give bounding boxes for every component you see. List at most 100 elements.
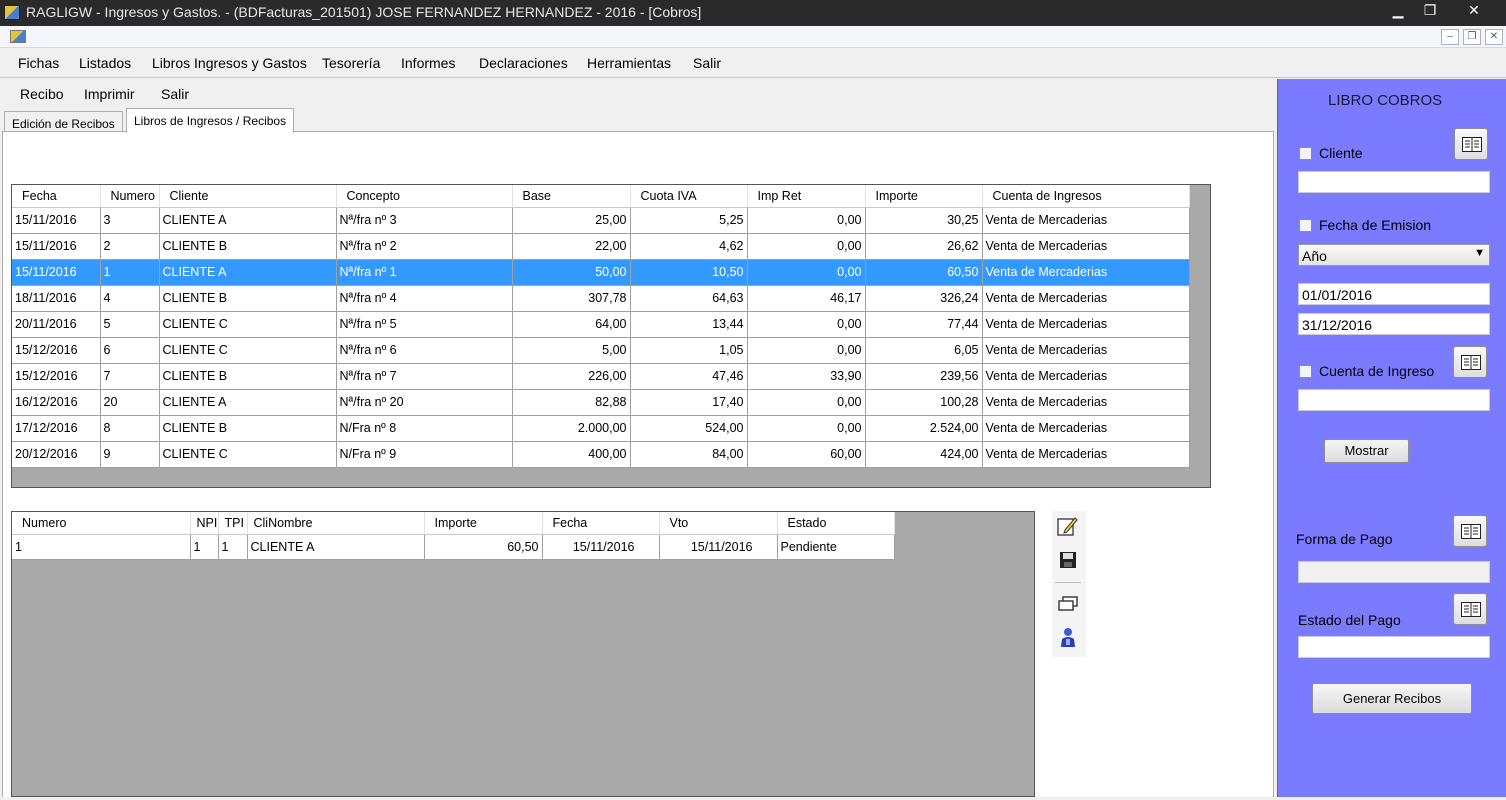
table-cell[interactable]: 1 bbox=[218, 534, 248, 560]
col-estado[interactable]: Estado bbox=[777, 512, 895, 535]
menu-fichas[interactable]: Fichas bbox=[18, 55, 59, 71]
table-row[interactable]: 15/11/2016 1 CLIENTE A Nª/fra nº 1 50,00 10,5… bbox=[12, 259, 1190, 286]
table-cell[interactable]: 0,00 bbox=[747, 311, 866, 338]
table-cell[interactable]: 226,00 bbox=[512, 363, 631, 390]
table-cell[interactable]: 15/11/2016 bbox=[12, 233, 101, 260]
periodo-select[interactable]: Año ▼ bbox=[1298, 244, 1490, 266]
table-cell[interactable]: CLIENTE B bbox=[159, 363, 337, 390]
table-cell[interactable]: 424,00 bbox=[865, 441, 983, 468]
table-cell[interactable]: CLIENTE A bbox=[159, 207, 337, 234]
mdi-restore-button[interactable]: ❐ bbox=[1463, 29, 1481, 45]
col-concepto[interactable]: Concepto bbox=[336, 185, 513, 208]
menu-informes[interactable]: Informes bbox=[401, 55, 455, 71]
submenu-salir[interactable]: Salir bbox=[161, 86, 189, 102]
table-cell[interactable]: CLIENTE C bbox=[159, 311, 337, 338]
table-cell[interactable]: 4 bbox=[100, 285, 160, 312]
forma-pago-lookup-button[interactable] bbox=[1453, 515, 1487, 547]
table-cell[interactable]: Venta de Mercaderias bbox=[982, 441, 1190, 468]
table-cell[interactable]: Nª/fra nº 5 bbox=[336, 311, 513, 338]
table-cell[interactable]: Nª/fra nº 20 bbox=[336, 389, 513, 416]
table-cell[interactable]: 77,44 bbox=[865, 311, 983, 338]
col-vto[interactable]: Vto bbox=[659, 512, 778, 535]
table-cell[interactable]: Nª/fra nº 6 bbox=[336, 337, 513, 364]
menu-declaraciones[interactable]: Declaraciones bbox=[479, 55, 568, 71]
table-cell[interactable]: 0,00 bbox=[747, 389, 866, 416]
cliente-checkbox[interactable] bbox=[1299, 147, 1312, 160]
table-cell[interactable]: 16/12/2016 bbox=[12, 389, 101, 416]
table-cell[interactable]: 2.524,00 bbox=[865, 415, 983, 442]
cuenta-ingreso-input[interactable] bbox=[1298, 389, 1490, 411]
table-cell[interactable]: 400,00 bbox=[512, 441, 631, 468]
menu-listados[interactable]: Listados bbox=[79, 55, 131, 71]
table-cell[interactable]: 5 bbox=[100, 311, 160, 338]
table-cell[interactable]: Venta de Mercaderias bbox=[982, 285, 1190, 312]
windows-icon[interactable] bbox=[1056, 592, 1080, 616]
table-cell[interactable]: 0,00 bbox=[747, 233, 866, 260]
table-cell[interactable]: Venta de Mercaderias bbox=[982, 415, 1190, 442]
table-cell[interactable]: 15/11/2016 bbox=[542, 534, 660, 560]
submenu-imprimir[interactable]: Imprimir bbox=[84, 86, 135, 102]
table-cell[interactable]: Nª/fra nº 1 bbox=[336, 259, 513, 286]
table-cell[interactable]: 1 bbox=[12, 534, 191, 560]
table-cell[interactable]: 9 bbox=[100, 441, 160, 468]
table-cell[interactable]: Venta de Mercaderias bbox=[982, 233, 1190, 260]
table-cell[interactable]: 20 bbox=[100, 389, 160, 416]
menu-libros[interactable]: Libros Ingresos y Gastos bbox=[152, 55, 307, 71]
col-importe[interactable]: Importe bbox=[865, 185, 983, 208]
table-cell[interactable]: 3 bbox=[100, 207, 160, 234]
table-cell[interactable]: Venta de Mercaderias bbox=[982, 207, 1190, 234]
col-fecha[interactable]: Fecha bbox=[542, 512, 660, 535]
menu-salir[interactable]: Salir bbox=[693, 55, 721, 71]
child-window-icon[interactable] bbox=[10, 30, 26, 43]
table-cell[interactable]: Nª/fra nº 2 bbox=[336, 233, 513, 260]
table-cell[interactable]: 17/12/2016 bbox=[12, 415, 101, 442]
table-cell[interactable]: 8 bbox=[100, 415, 160, 442]
table-cell[interactable]: 0,00 bbox=[747, 337, 866, 364]
col-cuenta-ingresos[interactable]: Cuenta de Ingresos bbox=[982, 185, 1190, 208]
estado-pago-input[interactable] bbox=[1298, 636, 1490, 658]
table-cell[interactable]: 18/11/2016 bbox=[12, 285, 101, 312]
table-cell[interactable]: 1 bbox=[100, 259, 160, 286]
table-cell[interactable]: CLIENTE B bbox=[159, 233, 337, 260]
table-cell[interactable]: 10,50 bbox=[630, 259, 748, 286]
cuenta-ingreso-checkbox[interactable] bbox=[1299, 365, 1312, 378]
table-cell[interactable]: 64,00 bbox=[512, 311, 631, 338]
cliente-lookup-button[interactable] bbox=[1454, 128, 1488, 160]
fecha-desde-input[interactable]: 01/01/2016 bbox=[1298, 283, 1490, 305]
table-cell[interactable]: 47,46 bbox=[630, 363, 748, 390]
estado-pago-lookup-button[interactable] bbox=[1453, 593, 1487, 625]
table-row[interactable]: 20/11/2016 5 CLIENTE C Nª/fra nº 5 64,00 13,4… bbox=[12, 311, 1190, 338]
table-cell[interactable]: 46,17 bbox=[747, 285, 866, 312]
table-cell[interactable]: 0,00 bbox=[747, 259, 866, 286]
table-cell[interactable]: Venta de Mercaderias bbox=[982, 311, 1190, 338]
table-cell[interactable]: 15/12/2016 bbox=[12, 337, 101, 364]
col-npi[interactable]: NPI bbox=[190, 512, 219, 535]
table-cell[interactable]: 20/12/2016 bbox=[12, 441, 101, 468]
table-cell[interactable]: 5,00 bbox=[512, 337, 631, 364]
table-cell[interactable]: Venta de Mercaderias bbox=[982, 363, 1190, 390]
table-cell[interactable]: CLIENTE A bbox=[247, 534, 425, 560]
table-cell[interactable]: 22,00 bbox=[512, 233, 631, 260]
table-cell[interactable]: 307,78 bbox=[512, 285, 631, 312]
table-cell[interactable]: 64,63 bbox=[630, 285, 748, 312]
table-cell[interactable]: 15/11/2016 bbox=[659, 534, 778, 560]
col-tpi[interactable]: TPI bbox=[218, 512, 248, 535]
table-row[interactable]: 15/12/2016 6 CLIENTE C Nª/fra nº 6 5,00 1,05 0… bbox=[12, 337, 1190, 364]
table-cell[interactable]: CLIENTE C bbox=[159, 337, 337, 364]
table-cell[interactable]: 5,25 bbox=[630, 207, 748, 234]
tab-edicion-recibos[interactable]: Edición de Recibos bbox=[4, 111, 123, 132]
cliente-input[interactable] bbox=[1298, 171, 1490, 193]
save-icon[interactable] bbox=[1056, 548, 1080, 572]
edit-icon[interactable] bbox=[1056, 514, 1080, 538]
menu-herramientas[interactable]: Herramientas bbox=[587, 55, 671, 71]
table-row[interactable]: 20/12/2016 9 CLIENTE C N/Fra nº 9 400,00 84,0… bbox=[12, 441, 1190, 468]
table-cell[interactable]: 60,50 bbox=[424, 534, 543, 560]
table-cell[interactable]: 7 bbox=[100, 363, 160, 390]
mdi-minimize-button[interactable]: – bbox=[1441, 29, 1459, 45]
table-cell[interactable]: 60,50 bbox=[865, 259, 983, 286]
table-cell[interactable]: Pendiente bbox=[777, 534, 895, 560]
table-cell[interactable]: 4,62 bbox=[630, 233, 748, 260]
table-cell[interactable]: 33,90 bbox=[747, 363, 866, 390]
table-cell[interactable]: Nª/fra nº 3 bbox=[336, 207, 513, 234]
table-row[interactable]: 1 1 1 CLIENTE A 60,50 15/11/2016 15/11/2016 Pen… bbox=[12, 534, 895, 560]
